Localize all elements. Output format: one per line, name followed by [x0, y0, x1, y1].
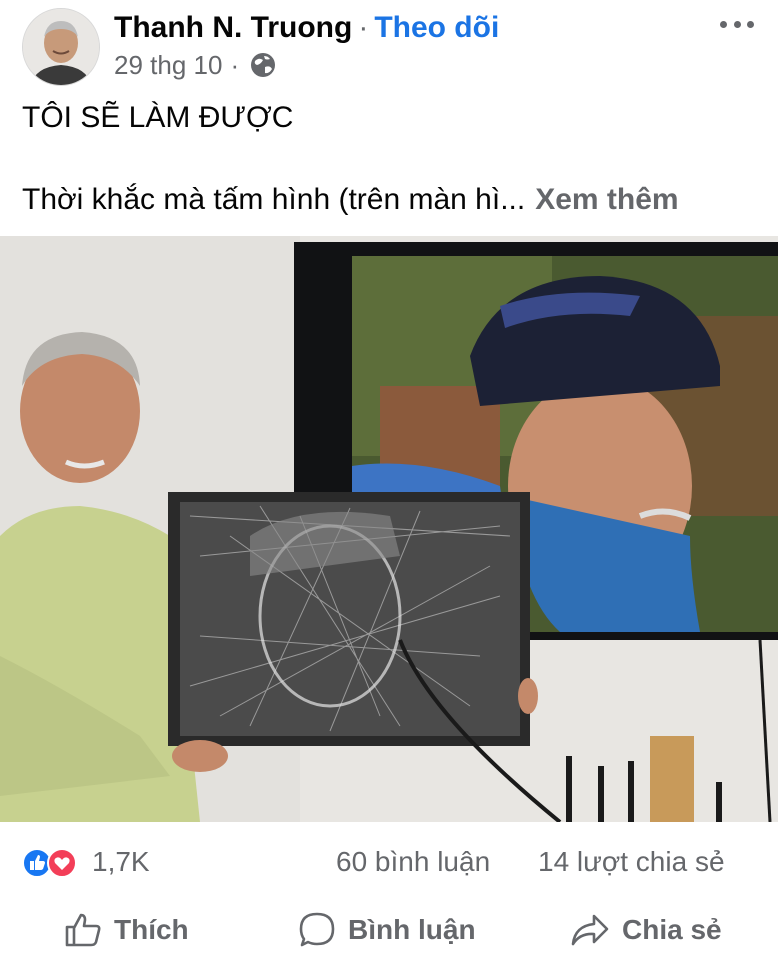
- like-button[interactable]: Thích: [64, 908, 189, 952]
- author-name[interactable]: Thanh N. Truong: [114, 11, 352, 44]
- author-line: Thanh N. Truong · Theo dõi: [114, 8, 499, 48]
- share-arrow-icon: [571, 914, 609, 946]
- post-body-text: Thời khắc mà tấm hình (trên màn hì...: [22, 183, 526, 216]
- action-bar: Thích Bình luận Chia sẻ: [0, 900, 778, 960]
- post-text: Thời khắc mà tấm hình (trên màn hì... Xem…: [22, 180, 679, 220]
- share-count[interactable]: 14 lượt chia sẻ: [538, 844, 725, 880]
- post-date[interactable]: 29 thg 10: [114, 48, 222, 82]
- share-label: Chia sẻ: [622, 914, 722, 945]
- more-options-icon[interactable]: [720, 14, 754, 34]
- follow-button[interactable]: Theo dõi: [374, 11, 499, 44]
- globe-icon: [249, 51, 277, 79]
- avatar[interactable]: [22, 8, 100, 86]
- love-reaction-icon: [47, 848, 77, 878]
- separator-dot: ·: [358, 11, 369, 44]
- post-meta: 29 thg 10 ·: [114, 48, 277, 82]
- comment-button[interactable]: Bình luận: [298, 908, 476, 952]
- post-photo[interactable]: [0, 236, 778, 822]
- reaction-count[interactable]: 1,7K: [92, 844, 150, 880]
- post-stats: 1,7K 60 bình luận 14 lượt chia sẻ: [0, 834, 778, 890]
- like-label: Thích: [114, 914, 189, 945]
- comment-label: Bình luận: [348, 914, 476, 945]
- meta-separator: ·: [230, 50, 240, 80]
- thumbs-up-icon: [65, 913, 101, 947]
- post-header: Thanh N. Truong · Theo dõi 29 thg 10 ·: [0, 0, 778, 90]
- comment-bubble-icon: [299, 912, 335, 947]
- comment-count[interactable]: 60 bình luận: [336, 844, 490, 880]
- like-reaction-icon: [22, 848, 52, 878]
- share-button[interactable]: Chia sẻ: [570, 908, 722, 952]
- post-title: TÔI SẼ LÀM ĐƯỢC: [22, 101, 294, 134]
- reaction-icons[interactable]: [22, 848, 82, 878]
- see-more-link[interactable]: Xem thêm: [535, 183, 678, 216]
